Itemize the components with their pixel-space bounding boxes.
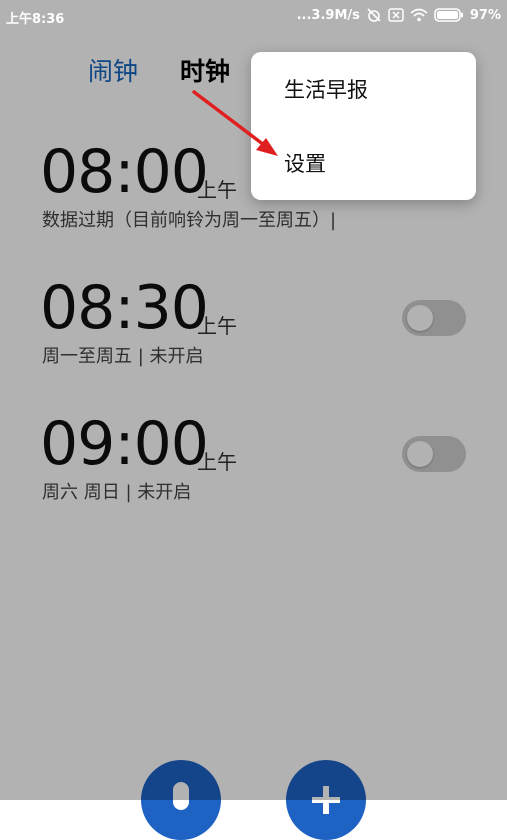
wifi-icon [410, 8, 428, 22]
battery-percent: 97% [469, 7, 501, 23]
network-speed: ...3.9M/s [296, 7, 360, 23]
alarm-off-icon [366, 7, 382, 23]
annotation-arrow-icon [192, 90, 278, 156]
status-time: 上午8:36 [6, 12, 65, 27]
battery-icon [434, 8, 464, 22]
clock-app: 闹钟 时钟 08:00 上午 数据过期（目前响铃为周一至周五）| 08:30 上… [0, 0, 507, 840]
menu-item-label: 设置 [284, 152, 326, 176]
sim-card-icon [388, 8, 404, 22]
status-bar: 上午8:36 ...3.9M/s 97% [0, 0, 507, 32]
menu-item-label: 生活早报 [284, 78, 368, 102]
status-icons: ...3.9M/s 97% [297, 7, 501, 23]
